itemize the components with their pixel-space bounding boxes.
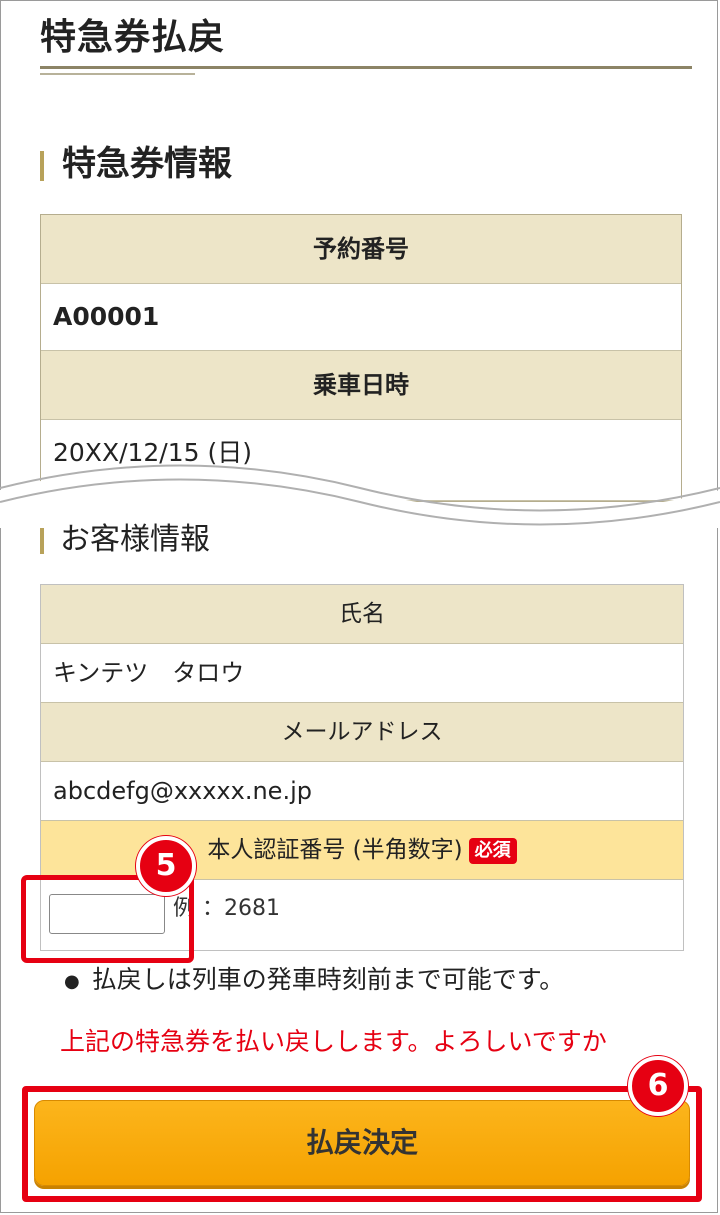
- step5-marker: 5: [136, 836, 196, 896]
- name-label: 氏名: [41, 585, 683, 644]
- confirm-message: 上記の特急券を払い戻しします。よろしいですか: [60, 1027, 607, 1056]
- required-badge: 必須: [468, 837, 517, 864]
- heading-bar: [40, 527, 44, 554]
- refund-submit-button[interactable]: 払戻決定: [34, 1100, 690, 1186]
- heading-bar: [40, 150, 44, 181]
- refund-note: ● 払戻しは列車の発車時刻前まで可能です。: [64, 960, 564, 996]
- ride-datetime-label: 乗車日時: [41, 351, 681, 420]
- customer-section-title: お客様情報: [60, 522, 210, 557]
- page-title: 特急券払戻: [40, 17, 226, 58]
- reservation-number-label: 予約番号: [41, 215, 681, 284]
- ticket-section-heading: 特急券情報: [40, 136, 232, 185]
- step6-marker: 6: [628, 1056, 688, 1116]
- refund-note-text: 払戻しは列車の発車時刻前まで可能です。: [91, 965, 565, 994]
- auth-number-label: 本人認証番号 (半角数字): [207, 837, 463, 863]
- ticket-section-title: 特急券情報: [62, 144, 232, 184]
- reservation-number-value: A00001: [41, 284, 681, 351]
- email-label: メールアドレス: [41, 703, 683, 762]
- title-rule: [40, 66, 692, 69]
- name-value: キンテツ タロウ: [41, 644, 683, 703]
- title-rule-accent: [40, 73, 195, 75]
- email-value: abcdefg@xxxxx.ne.jp: [41, 762, 683, 821]
- bullet-icon: ●: [64, 970, 80, 992]
- customer-section-heading: お客様情報: [40, 514, 210, 558]
